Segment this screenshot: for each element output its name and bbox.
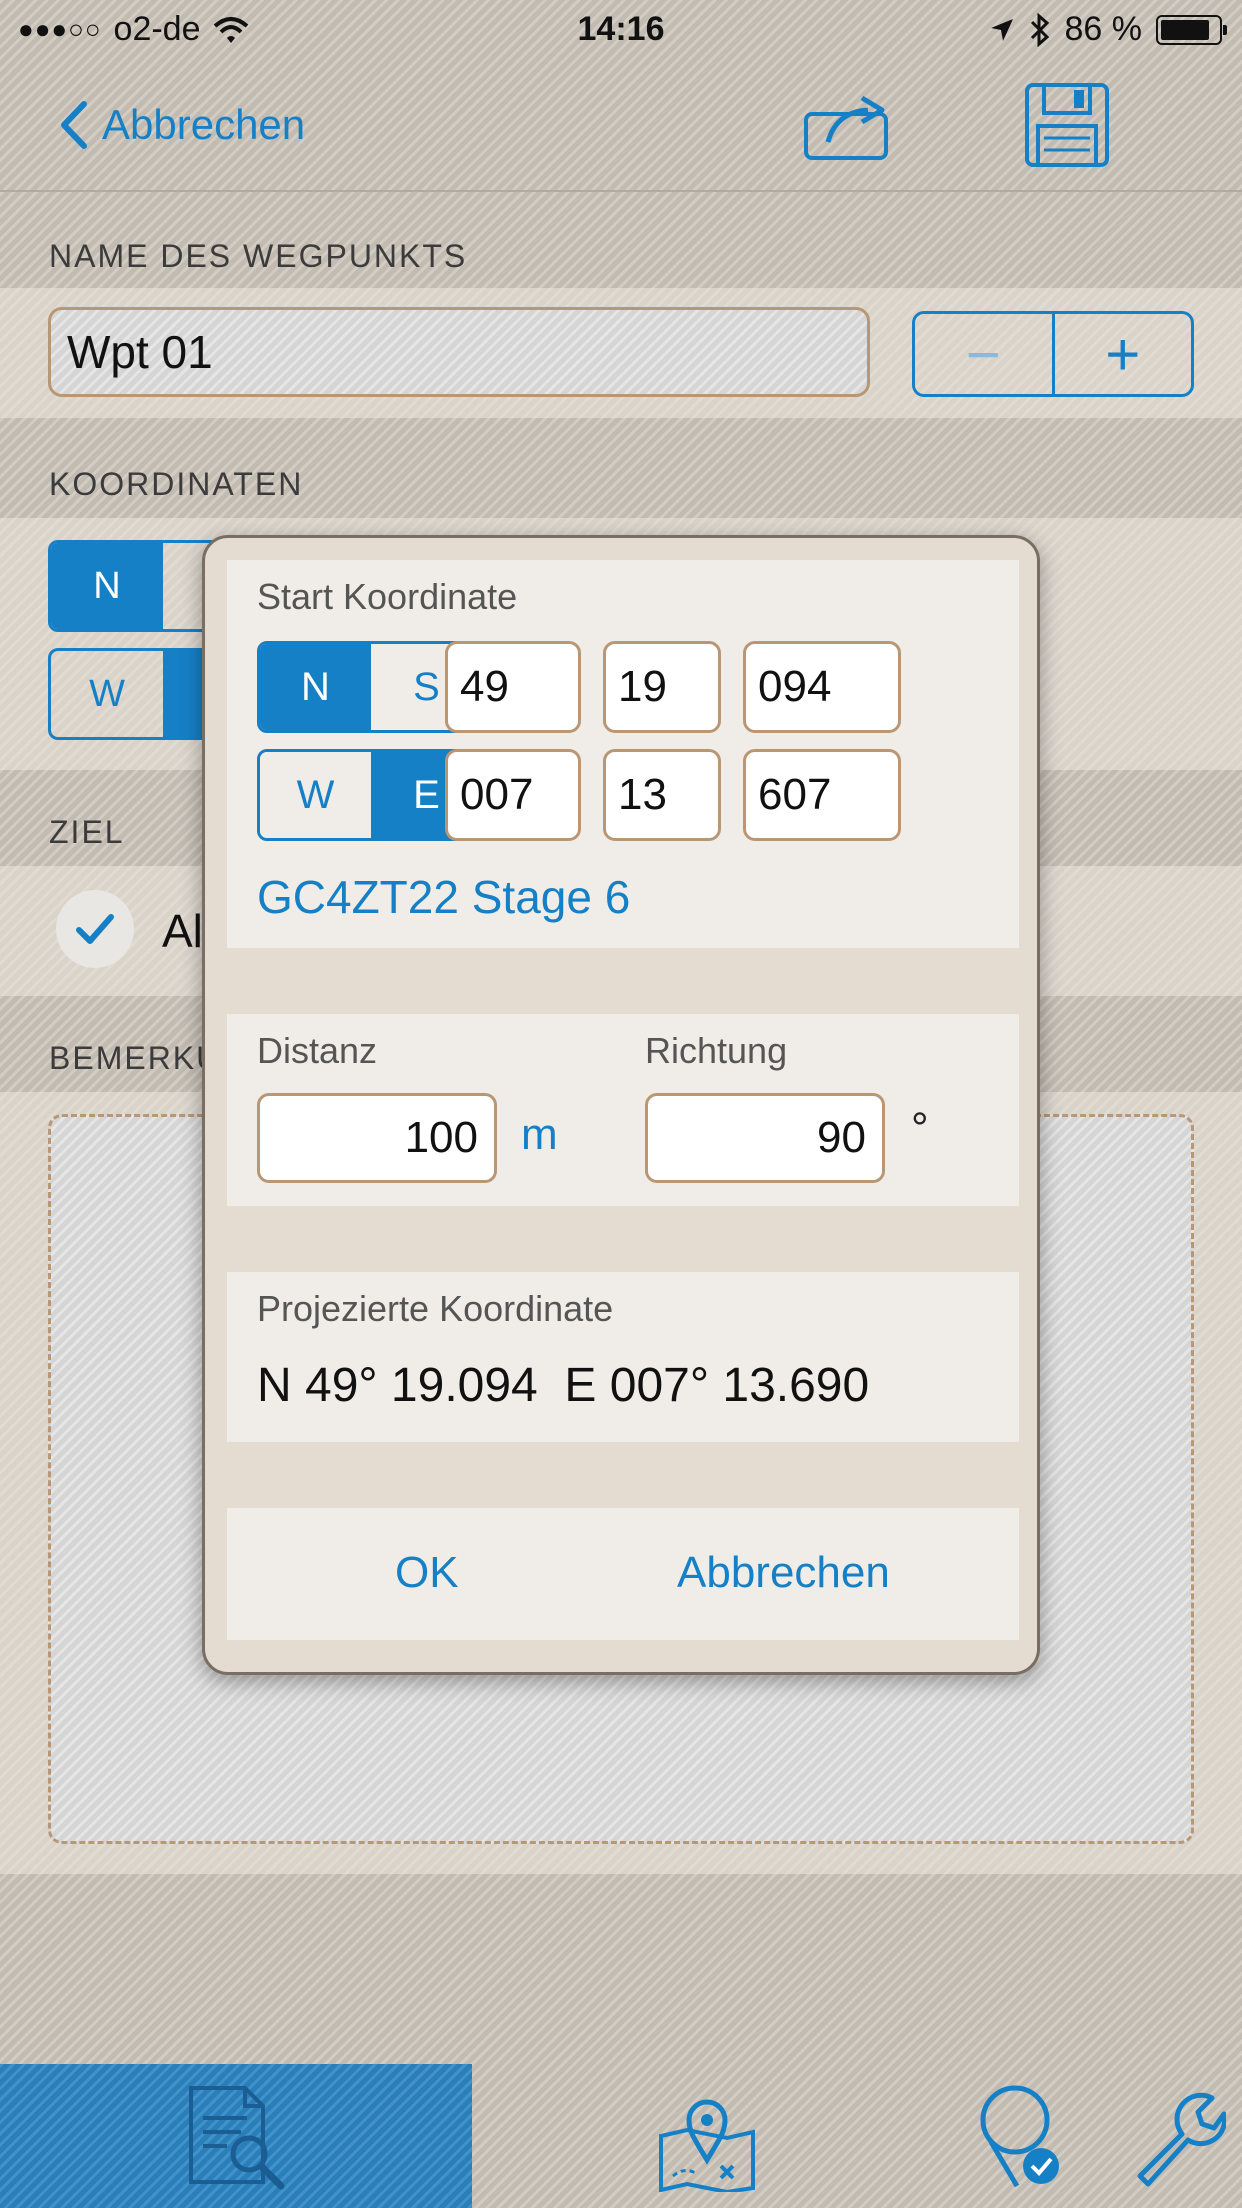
longitude-west-option[interactable]: W [260,752,371,838]
tab-bar [0,2064,1242,2208]
checkmark-icon [76,914,114,944]
battery-percent: 86 % [1064,10,1143,48]
search-document-icon [189,2086,285,2190]
projected-coordinate-panel: Projezierte Koordinate N 49° 19.094 E 00… [227,1272,1019,1442]
save-button[interactable] [1024,82,1110,168]
latitude-degrees-input[interactable]: 49 [445,641,581,733]
target-checkbox-label: Al [162,905,203,957]
battery-icon [1156,14,1227,45]
ok-button[interactable]: OK [395,1548,459,1598]
decrement-button[interactable]: − [915,314,1055,394]
wrench-icon [1137,2092,1226,2187]
latitude-north-option[interactable]: N [260,644,371,730]
location-arrow-icon [990,18,1013,41]
start-coordinate-panel: Start Koordinate N S 49 19 094 W E 007 1… [227,560,1019,948]
status-bar: ●●●○○ o2-de 14:16 86 % [0,0,1242,62]
distance-unit: m [521,1110,558,1159]
longitude-decimals-input[interactable]: 607 [743,749,901,841]
projection-dialog: Start Koordinate N S 49 19 094 W E 007 1… [202,535,1040,1675]
chevron-left-icon [61,101,87,149]
share-icon [804,95,888,160]
share-button[interactable] [802,90,890,162]
tab-waypoint-details[interactable] [0,2064,472,2208]
distance-label: Distanz [257,1030,378,1071]
bluetooth-icon [1030,12,1049,47]
coordinates-header: KOORDINATEN [49,466,304,502]
tab-map[interactable] [600,2064,814,2208]
dialog-button-bar: OK Abbrechen [227,1508,1019,1640]
projected-coordinate-value: N 49° 19.094 E 007° 13.690 [257,1359,870,1412]
latitude-decimals-input[interactable]: 094 [743,641,901,733]
latitude-hemisphere-selected: N [51,543,163,629]
direction-label: Richtung [645,1030,788,1071]
waypoint-number-stepper: − + [912,311,1194,397]
waypoint-name-input[interactable]: Wpt 01 [48,307,870,397]
longitude-hemisphere-selected: W [89,672,125,715]
start-coordinate-label: Start Koordinate [257,576,518,617]
projection-input-panel: Distanz Richtung 100 m 90 ° [227,1014,1019,1206]
direction-unit: ° [911,1104,929,1153]
dialog-cancel-button[interactable]: Abbrechen [677,1548,890,1598]
increment-button[interactable]: + [1055,314,1192,394]
waypoint-name-header: NAME DES WEGPUNKTS [49,238,468,274]
longitude-degrees-input[interactable]: 007 [445,749,581,841]
back-button-label: Abbrechen [102,101,306,148]
waypoint-check-icon [980,2085,1059,2188]
status-right: 86 % [989,10,1227,49]
latitude-minutes-input[interactable]: 19 [603,641,721,733]
projected-coordinate-label: Projezierte Koordinate [257,1288,614,1329]
battery-fill [1161,19,1210,40]
longitude-minutes-input[interactable]: 13 [603,749,721,841]
distance-input[interactable]: 100 [257,1093,497,1183]
tab-settings[interactable] [1110,2064,1242,2208]
direction-input[interactable]: 90 [645,1093,885,1183]
navigation-bar: Abbrechen [0,62,1242,192]
geocache-link[interactable]: GC4ZT22 Stage 6 [257,870,630,924]
map-marker-icon [659,2099,755,2192]
target-checkbox[interactable] [56,890,134,968]
floppy-disk-icon [1025,83,1109,167]
back-button[interactable]: Abbrechen [58,100,305,150]
tab-waypoints[interactable] [960,2064,1086,2208]
